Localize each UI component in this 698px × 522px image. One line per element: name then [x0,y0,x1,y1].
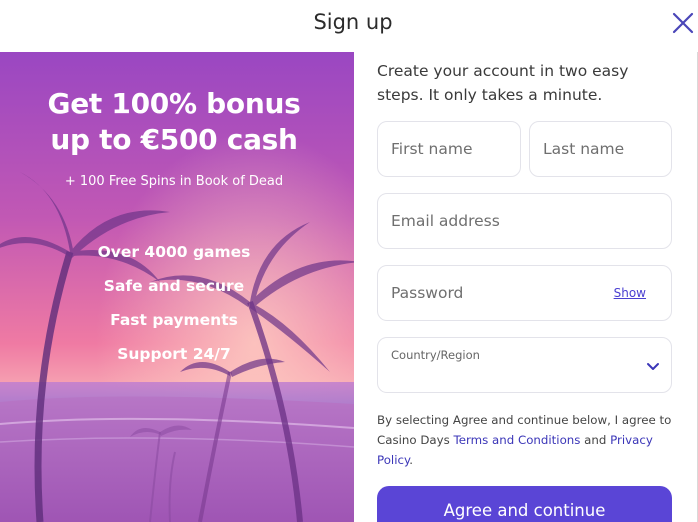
first-name-input[interactable] [378,122,520,176]
promo-feature-item: Safe and secure [103,277,245,295]
password-input[interactable] [378,266,578,320]
password-field[interactable]: Show [377,265,672,321]
promo-headline-line1: Get 100% bonus [47,87,301,120]
modal-title: Sign up [313,10,393,34]
legal-suffix: . [409,453,414,467]
country-select-label: Country/Region [391,348,480,362]
promo-feature-list: Over 4000 games Safe and secure Fast pay… [0,240,348,376]
show-password-button[interactable]: Show [614,286,646,300]
modal-header: Sign up [0,0,698,52]
promo-panel: Get 100% bonus up to €500 cash + 100 Fre… [0,52,354,522]
promo-headline-line2: up to €500 cash [50,123,298,156]
signup-form: Create your account in two easy steps. I… [354,52,698,522]
legal-notice: By selecting Agree and continue below, I… [377,410,677,470]
promo-feature-item: Support 24/7 [117,345,231,363]
email-field[interactable] [377,193,672,249]
email-input[interactable] [378,194,671,248]
terms-link[interactable]: Terms and Conditions [454,433,581,447]
promo-headline: Get 100% bonus up to €500 cash [0,86,348,158]
close-icon[interactable] [670,10,696,36]
first-name-field[interactable] [377,121,521,177]
promo-feature-item: Fast payments [110,311,238,329]
last-name-input[interactable] [530,122,671,176]
country-select[interactable]: Country/Region [377,337,672,393]
last-name-field[interactable] [529,121,672,177]
promo-feature-item: Over 4000 games [97,243,251,261]
legal-and: and [580,433,611,447]
form-intro: Create your account in two easy steps. I… [377,62,629,104]
agree-continue-button[interactable]: Agree and continue [377,486,672,522]
chevron-down-icon[interactable] [645,358,661,374]
promo-free-spins: + 100 Free Spins in Book of Dead [64,174,284,189]
